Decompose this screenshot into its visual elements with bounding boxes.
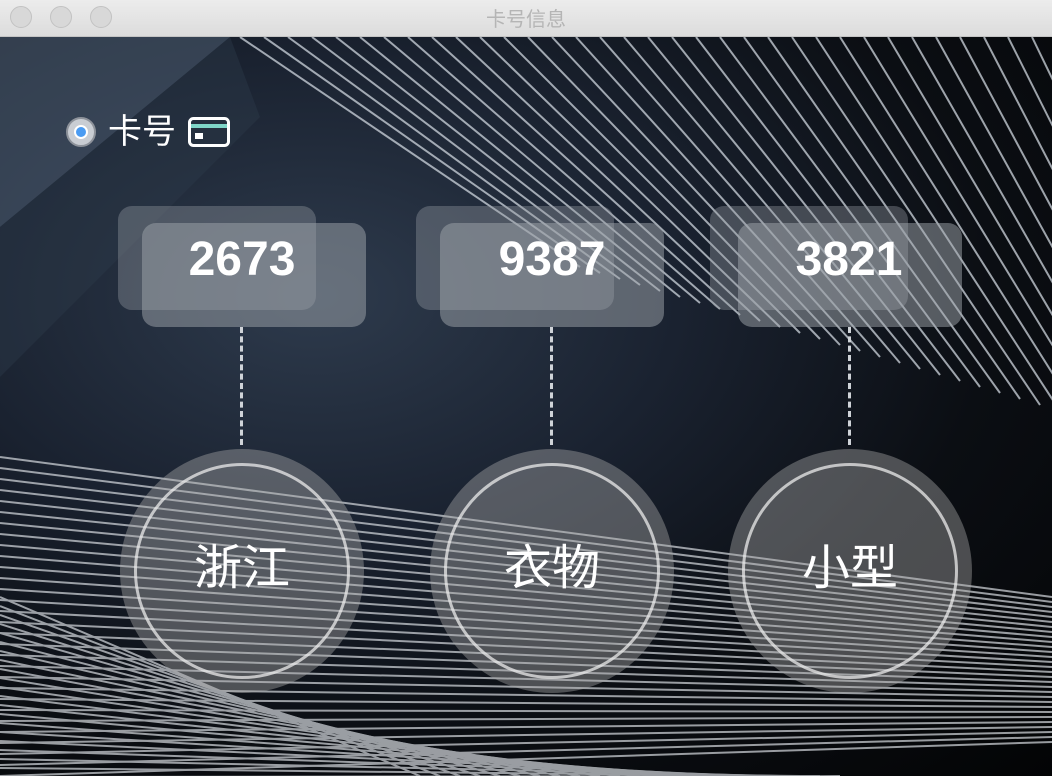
category-circle[interactable]: 浙江 [120,449,364,693]
content-area: 卡号 2673 浙江 9387 衣物 3821 小型 [0,37,1052,776]
title-bar: 卡号信息 [0,0,1052,37]
light-streak [1007,37,1052,127]
app-window: 卡号信息 卡号 2673 浙江 9387 衣物 3821 小型 [0,0,1052,776]
category-label: 小型 [801,540,898,596]
card-number-radio[interactable] [66,117,96,147]
card-number-value: 2673 [188,233,296,286]
radio-selected-dot [74,125,88,139]
card-number-label: 卡号 [108,112,176,152]
connector-line [550,327,553,445]
category-circle[interactable]: 小型 [728,449,972,693]
connector-line [848,327,851,445]
card-icon [188,117,230,147]
category-label: 衣物 [503,540,600,596]
light-streak [0,721,1052,733]
card-number-option[interactable]: 卡号 [66,115,230,149]
card-number-value: 3821 [795,233,903,286]
category-circle[interactable]: 衣物 [430,449,674,693]
window-title: 卡号信息 [486,7,566,31]
light-streak [0,716,1052,722]
light-streak [0,758,781,776]
category-label: 浙江 [193,540,290,596]
connector-line [240,327,243,445]
card-number-value: 9387 [498,233,606,286]
